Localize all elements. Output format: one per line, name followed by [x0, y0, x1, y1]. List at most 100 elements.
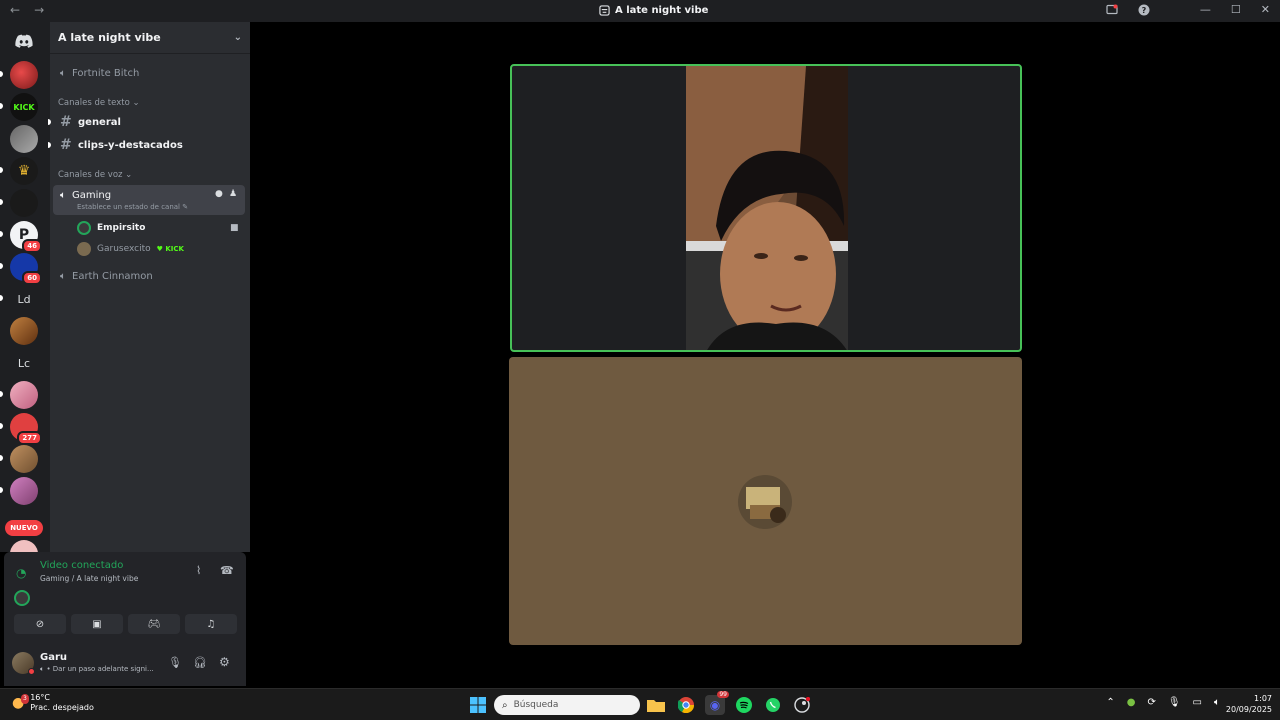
minimize-icon[interactable]: — [1200, 3, 1211, 16]
server-icon[interactable] [10, 381, 38, 409]
back-arrow-icon[interactable]: ← [10, 3, 20, 17]
gamepad-icon: 🎮︎ [147, 618, 161, 630]
unread-indicator [48, 119, 51, 125]
soundboard-button[interactable]: ♫ [185, 614, 237, 634]
taskbar-search[interactable]: ⌕ Búsqueda [494, 695, 640, 715]
username: Garu [40, 652, 68, 663]
server-icon[interactable] [10, 189, 38, 217]
search-placeholder: Búsqueda [513, 700, 559, 710]
discord-badge: 99 [717, 691, 729, 698]
chrome-icon[interactable] [676, 695, 696, 715]
voice-user-empirsito[interactable]: Empirsito [77, 221, 145, 235]
mention-badge: 46 [22, 239, 42, 253]
custom-status: 🔈︎ • Dar un paso adelante signi... [40, 665, 154, 673]
windows-taskbar: ● 3 16°C Prac. despejado ⌕ Búsqueda ◉ 99 … [0, 688, 1280, 720]
camera-off-button[interactable]: ⊘ [14, 614, 66, 634]
server-icon[interactable] [10, 477, 38, 505]
spotify-icon[interactable] [734, 695, 754, 715]
system-tray: ⌃ ● ⟳ 🎙︎ ▭ 🔈︎ [1106, 697, 1220, 708]
crown-server-icon[interactable]: ♛ [10, 157, 38, 185]
server-icon[interactable]: 277 [10, 413, 42, 445]
hash-icon: # [60, 137, 72, 153]
server-icon[interactable]: P 46 [10, 221, 42, 253]
screen-share-button[interactable]: ▣ [71, 614, 123, 634]
new-badge: NUEVO [5, 520, 43, 536]
connection-signal-icon[interactable]: ◔ [16, 566, 26, 580]
video-camera-icon: ■ [230, 223, 239, 233]
server-list: KICK ♛ P 46 60 Ld Lc 277 NUEVO [0, 22, 50, 552]
text-channel-general[interactable]: # general [54, 112, 244, 132]
sun-icon: ● 3 [12, 694, 29, 711]
maximize-icon[interactable]: ☐ [1231, 3, 1241, 16]
tray-app-icon[interactable]: ● [1127, 697, 1136, 708]
speaker-icon: 🔈︎ [60, 270, 66, 282]
server-header[interactable]: A late night vibe ⌄ [50, 22, 250, 54]
dnd-status-dot [28, 668, 35, 675]
speaker-icon: 🔈︎ [60, 67, 66, 79]
network-icon[interactable]: ▭ [1193, 697, 1202, 708]
video-tile-speaking[interactable] [510, 64, 1022, 352]
unread-indicator [0, 167, 3, 173]
server-icon[interactable] [10, 540, 38, 552]
file-explorer-icon[interactable] [646, 695, 666, 715]
sync-icon[interactable]: ⟳ [1147, 697, 1155, 708]
avatar[interactable] [14, 590, 30, 606]
microphone-icon[interactable]: 🎙︎ [168, 656, 182, 669]
category-voice[interactable]: Canales de voz ⌄ [58, 170, 132, 180]
unread-indicator [0, 263, 3, 269]
chevron-up-icon[interactable]: ⌃ [1106, 697, 1114, 708]
noise-suppression-icon[interactable]: ⌇ [196, 564, 201, 577]
server-icon[interactable]: 60 [10, 253, 42, 285]
server-name: A late night vibe [58, 31, 161, 44]
participant-avatar [738, 475, 792, 529]
volume-icon[interactable]: 🔈︎ [1214, 697, 1220, 708]
unread-indicator [0, 487, 3, 493]
channel-status-prompt[interactable]: Establece un estado de canal ✎ [77, 203, 188, 211]
title-bar: ← → A late night vibe ? — ☐ ✕ [0, 0, 1280, 22]
forward-arrow-icon[interactable]: → [34, 3, 44, 17]
connection-location[interactable]: Gaming / A late night vibe [40, 574, 138, 583]
server-icon[interactable] [10, 445, 38, 473]
kick-server-icon[interactable]: KICK [10, 93, 38, 121]
server-icon[interactable] [10, 317, 38, 345]
chevron-down-icon: ⌄ [233, 32, 242, 43]
server-icon[interactable] [10, 125, 38, 153]
invite-user-icon[interactable]: ♟ [229, 189, 237, 199]
voice-user-garusexcito[interactable]: Garusexcito ♥ KICK [77, 242, 184, 256]
close-icon[interactable]: ✕ [1261, 3, 1270, 16]
server-icon[interactable]: Ld [10, 285, 38, 313]
category-text[interactable]: Canales de texto ⌄ [58, 98, 140, 108]
windows-start-icon[interactable] [468, 695, 488, 715]
activities-button[interactable]: 🎮︎ [128, 614, 180, 634]
unread-indicator [0, 199, 3, 205]
voice-channel-earth[interactable]: 🔈︎ Earth Cinnamon [54, 266, 244, 286]
voice-channel-fortnite[interactable]: 🔈︎ Fortnite Bitch [54, 63, 244, 83]
microphone-icon[interactable]: 🎙︎ [1168, 697, 1181, 708]
unread-indicator [0, 295, 3, 301]
help-icon[interactable]: ? [1138, 4, 1150, 16]
text-channel-clips[interactable]: # clips-y-destacados [54, 135, 244, 155]
headphones-icon[interactable]: 🎧︎ [193, 656, 207, 669]
clock[interactable]: 1:07 20/09/2025 [1226, 693, 1272, 715]
discord-home-icon[interactable] [10, 27, 38, 55]
channel-sidebar: A late night vibe ⌄ 🔈︎ Fortnite Bitch Ca… [48, 22, 250, 552]
mention-badge: 277 [17, 431, 42, 445]
inbox-icon[interactable] [1106, 4, 1118, 16]
disconnect-icon[interactable]: ☎ [220, 564, 234, 577]
unread-indicator [0, 103, 3, 109]
whatsapp-icon[interactable] [763, 695, 783, 715]
webcam-feed [686, 66, 848, 350]
chat-bubble-icon[interactable]: ● [215, 189, 223, 199]
server-icon[interactable] [10, 61, 38, 89]
settings-gear-icon[interactable]: ⚙ [219, 655, 230, 669]
steam-icon[interactable] [792, 695, 812, 715]
avatar [77, 242, 91, 256]
server-icon[interactable]: Lc [10, 349, 38, 377]
discord-taskbar-icon[interactable]: ◉ 99 [705, 691, 729, 715]
date: 20/09/2025 [1225, 705, 1272, 714]
weather-widget[interactable]: ● 3 16°C Prac. despejado [12, 693, 94, 713]
video-tile-audio-only[interactable] [509, 357, 1022, 645]
camera-off-icon: ⊘ [35, 618, 45, 630]
kick-tag: ♥ KICK [156, 245, 184, 253]
user-panel: Garu 🔈︎ • Dar un paso adelante signi... … [4, 644, 246, 684]
